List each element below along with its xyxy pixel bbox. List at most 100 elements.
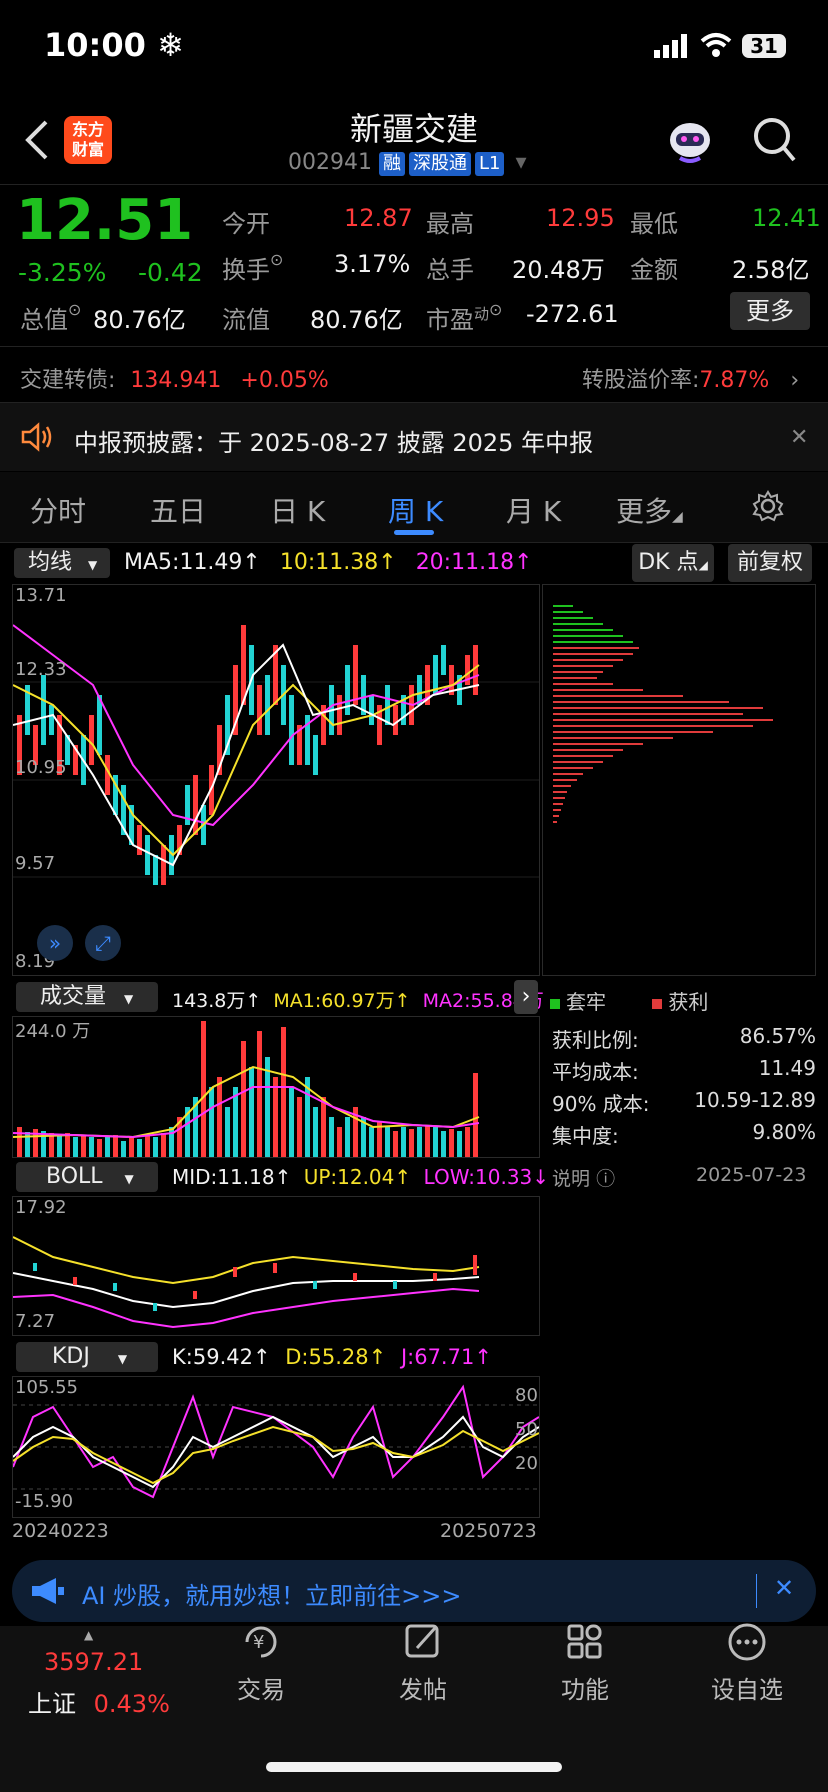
indicator-select-ma[interactable]: 均线 ▼ — [14, 548, 110, 578]
open-value: 12.87 — [344, 204, 413, 232]
search-icon[interactable] — [752, 116, 798, 168]
boll-chart[interactable]: 17.92 7.27 — [12, 1196, 540, 1336]
chevron-down-icon: ▼ — [117, 1352, 128, 1366]
kdj-level-label: 50 — [515, 1419, 538, 1440]
dk-points-button[interactable]: DK 点◢ — [632, 544, 714, 582]
turnover-label: 换手⊙ — [222, 250, 284, 284]
amount-label: 金额 — [630, 256, 678, 284]
edit-icon — [358, 1620, 488, 1670]
chip-date: 2025-07-23 — [696, 1164, 807, 1186]
grid-icon — [520, 1620, 650, 1670]
tab-5day[interactable]: 五日 — [150, 490, 206, 530]
pe-label: 市盈动⊙ — [426, 300, 503, 334]
chip-legend: 套牢 获利 — [550, 986, 708, 1015]
active-tab-indicator — [394, 530, 434, 535]
megaphone-icon — [30, 1576, 66, 1610]
info-icon[interactable]: ⊙ — [68, 300, 81, 319]
index-value[interactable]: 3597.21 — [44, 1648, 143, 1676]
tab-more[interactable]: 更多◢ — [616, 490, 683, 530]
stock-code: 002941 — [288, 150, 372, 175]
notice-text: 中报预披露：于 2025-08-27 披露 2025 年中报 — [74, 429, 594, 457]
boll-axis-label: 17.92 — [15, 1197, 67, 1218]
indicator-select-kdj[interactable]: KDJ ▼ — [16, 1342, 158, 1372]
badge-margin: 融 — [378, 152, 405, 176]
chevron-down-icon: ▼ — [88, 558, 98, 572]
weather-icon: ❄ — [157, 26, 184, 64]
amount-value: 2.58亿 — [732, 256, 810, 284]
tab-intraday[interactable]: 分时 — [30, 490, 86, 530]
badge-connect: 深股通 — [408, 152, 471, 176]
volume-label: 总手 — [426, 256, 474, 284]
kdj-level-label: 20 — [515, 1453, 538, 1474]
volume-axis-label: 244.0 万 — [15, 1021, 91, 1042]
notice-bar[interactable]: 中报预披露：于 2025-08-27 披露 2025 年中报 ✕ — [0, 403, 828, 471]
kdj-axis-label: 105.55 — [15, 1377, 78, 1398]
low-value: 12.41 — [752, 204, 821, 232]
kline-chart[interactable]: 13.71 12.33 10.95 9.57 8.19 » ⤢ — [12, 584, 540, 976]
close-icon[interactable]: ✕ — [774, 1574, 794, 1602]
svg-text:¥: ¥ — [253, 1632, 264, 1653]
more-dots-icon — [682, 1620, 812, 1670]
tab-weekly[interactable]: 周 K — [388, 490, 443, 530]
chevron-down-icon: ▼ — [124, 1172, 134, 1186]
info-icon[interactable]: ⊙ — [270, 250, 283, 269]
tab-monthly[interactable]: 月 K — [506, 490, 561, 530]
chevron-down-icon: ▼ — [124, 992, 134, 1006]
adjust-button[interactable]: 前复权 — [728, 544, 812, 582]
ai-ad-banner[interactable]: AI 炒股，就用妙想！立即前往>>> ✕ — [12, 1560, 816, 1622]
kdj-level-label: 80 — [515, 1385, 538, 1406]
convertible-bond-row[interactable]: 交建转债: 134.941 +0.05% — [20, 362, 329, 394]
indicator-select-boll[interactable]: BOLL ▼ — [16, 1162, 158, 1192]
low-label: 最低 — [630, 210, 678, 238]
status-time: 10:00 ❄ — [44, 26, 184, 64]
ad-text: AI 炒股，就用妙想！立即前往>>> — [82, 1582, 462, 1610]
mktcap-row: 总值⊙ 80.76亿 — [20, 300, 186, 334]
info-icon: ⓘ — [596, 1168, 616, 1190]
premium-row[interactable]: 转股溢价率:7.87% › — [582, 362, 799, 394]
home-indicator — [266, 1762, 562, 1772]
pe-value: -272.61 — [526, 300, 619, 328]
nav-post[interactable]: 发帖 — [358, 1620, 488, 1705]
settings-gear-icon[interactable] — [752, 490, 784, 526]
chip-stats: 获利比例: 86.57% 平均成本: 11.49 90% 成本: 10.59-12.8… — [552, 1024, 816, 1148]
volume-chart[interactable]: 244.0 万 — [12, 1016, 540, 1158]
change-value: -0.42 — [138, 258, 203, 287]
price-axis-label: 9.57 — [15, 853, 56, 874]
index-row[interactable]: 上证 0.43% — [28, 1684, 170, 1719]
price-axis-label: 13.71 — [15, 585, 67, 606]
boll-axis-label: 7.27 — [15, 1311, 56, 1332]
kdj-chart[interactable]: 105.55 -15.90 80 50 20 — [12, 1376, 540, 1518]
chip-note[interactable]: 说明 ⓘ — [552, 1164, 615, 1191]
kdj-values: K:59.42↑ D:55.28↑ J:67.71↑ — [172, 1345, 492, 1369]
float-label: 流值 — [222, 306, 270, 334]
info-icon[interactable]: ⊙ — [489, 300, 502, 319]
nav-watchlist[interactable]: 设自选 — [682, 1620, 812, 1705]
volume-value: 20.48万 — [512, 256, 605, 284]
stock-code-row[interactable]: 002941 融深股通 L1 ▾ — [288, 150, 527, 176]
high-label: 最高 — [426, 210, 474, 238]
expand-icon[interactable]: » — [37, 925, 73, 961]
chevron-right-icon[interactable]: › — [514, 980, 538, 1014]
nav-trade[interactable]: ¥ 交易 — [196, 1620, 326, 1705]
last-price: 12.51 — [16, 188, 194, 253]
indicator-select-volume[interactable]: 成交量 ▼ — [16, 982, 158, 1012]
price-axis-label: 10.95 — [15, 757, 67, 778]
volume-values: 143.8万↑ MA1:60.97万↑ MA2:55.84万 — [172, 990, 544, 1012]
open-label: 今开 — [222, 210, 270, 238]
nav-functions[interactable]: 功能 — [520, 1620, 650, 1705]
fullscreen-icon[interactable]: ⤢ — [85, 925, 121, 961]
badge-level: L1 — [474, 152, 505, 176]
wifi-icon — [700, 32, 732, 62]
signal-icon — [654, 34, 688, 62]
chevron-down-icon: ▾ — [515, 150, 527, 175]
turnover-value: 3.17% — [334, 250, 411, 278]
battery-icon: 31 — [742, 34, 786, 58]
robot-assistant-icon[interactable] — [666, 118, 714, 168]
date-axis-end: 20250723 — [440, 1520, 537, 1542]
chevron-up-icon: ▲ — [84, 1628, 94, 1642]
close-icon[interactable]: ✕ — [790, 425, 808, 450]
boll-values: MID:11.18↑ UP:12.04↑ LOW:10.33↓ — [172, 1165, 550, 1189]
chip-distribution-chart — [542, 584, 816, 976]
more-button[interactable]: 更多 — [730, 292, 810, 330]
tab-daily[interactable]: 日 K — [270, 490, 325, 530]
